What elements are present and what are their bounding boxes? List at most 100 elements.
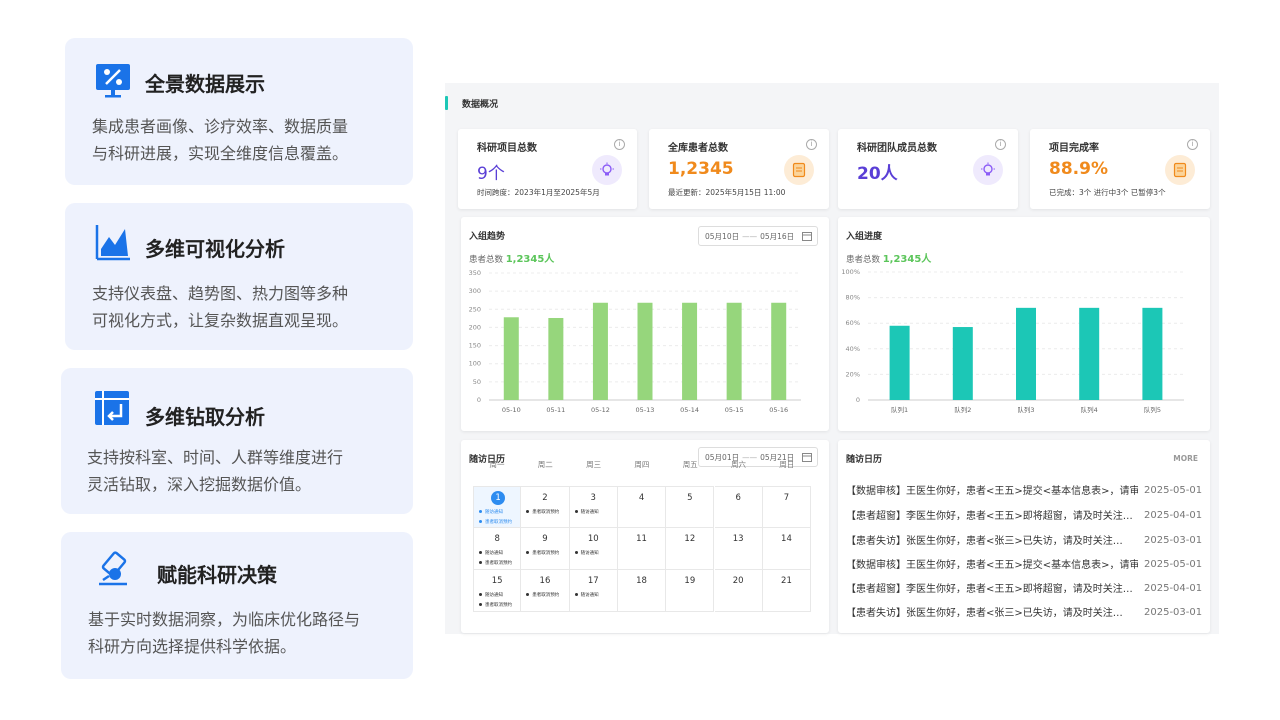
feature-desc-line: 支持仪表盘、趋势图、热力图等多种 (92, 284, 349, 303)
info-icon[interactable]: i (614, 139, 625, 150)
calendar-day-cell[interactable]: 11 (617, 528, 667, 570)
weekday-header: 周二 (537, 460, 553, 469)
calendar-day-cell[interactable]: 3 随访通知 (569, 486, 618, 528)
calendar-day-number: 11 (636, 534, 647, 544)
kpi-value: 9个 (477, 164, 505, 184)
kpi-card-patients[interactable]: 全库患者总数 1,2345 最近更新：2025年5月15日 11:00 i (649, 129, 829, 209)
calendar-day-cell[interactable]: 13 (714, 528, 763, 570)
calendar-day-cell[interactable]: 21 (762, 570, 812, 612)
calendar-day-cell[interactable]: 15 随访通知 患者取消预约 (473, 570, 522, 612)
calendar-day-cell[interactable]: 6 (714, 486, 763, 528)
drill-down-icon (94, 390, 130, 431)
calendar-day-number: 7 (783, 493, 790, 503)
calendar-event[interactable]: 患者取消预约 (526, 592, 559, 598)
calendar-day-cell[interactable]: 20 (714, 570, 763, 612)
calendar-day-cell[interactable]: 18 (617, 570, 667, 612)
notice-panel: 随访日历 MORE 【数据审核】王医生你好，患者<王五>提交<基本信息表>，请审… (838, 440, 1210, 633)
calendar-day-cell[interactable]: 9 患者取消预约 (521, 528, 570, 570)
y-tick-label: 40% (846, 345, 860, 353)
notice-item[interactable]: 【患者超窗】李医生你好，患者<王五>即将超窗，请及时关注… (846, 580, 1138, 595)
calendar-event[interactable]: 患者取消预约 (526, 509, 559, 515)
bar[interactable] (771, 302, 787, 400)
x-tick-label: 队列1 (891, 405, 908, 414)
calendar-event[interactable]: 随访通知 (575, 592, 599, 598)
info-icon[interactable]: i (995, 139, 1006, 150)
kpi-card-completion[interactable]: 项目完成率 88.9% 已完成：3个 进行中3个 已暂停3个 i (1030, 129, 1210, 209)
bar[interactable] (503, 317, 519, 400)
feature-desc-line: 支持按科室、时间、人群等维度进行 (87, 448, 344, 467)
calendar-day-cell[interactable]: 4 (617, 486, 667, 528)
notice-item[interactable]: 【患者失访】张医生你好，患者<张三>已失访，请及时关注… (846, 604, 1138, 619)
notice-item[interactable]: 【数据审核】王医生你好，患者<王五>提交<基本信息表>，请审… (846, 556, 1138, 571)
calendar-event[interactable]: 随访通知 (479, 592, 503, 598)
calendar-day-number: 18 (636, 576, 647, 586)
calendar-day-cell[interactable]: 14 (762, 528, 812, 570)
bar[interactable] (637, 302, 653, 400)
kpi-card-team[interactable]: 科研团队成员总数 20人 i (838, 129, 1018, 209)
kpi-value: 1,2345 (668, 159, 734, 179)
calendar-event[interactable]: 随访通知 (575, 550, 599, 556)
calendar-event[interactable]: 患者取消预约 (526, 550, 559, 556)
calendar-day-cell[interactable]: 8 随访通知 患者取消预约 (473, 528, 522, 570)
calendar-event[interactable]: 随访通知 (479, 550, 503, 556)
feature-title: 全景数据展示 (145, 72, 265, 96)
trend-panel: 入组趋势 患者总数 1,2345人 05月10日 —— 05月16日 0 50 10… (461, 217, 829, 431)
area-chart-icon (95, 223, 131, 266)
x-tick-label: 05-13 (636, 406, 655, 414)
calendar-day-cell[interactable]: 10 随访通知 (569, 528, 618, 570)
calendar-day-cell[interactable]: 5 (666, 486, 715, 528)
calendar-day-cell[interactable]: 19 (666, 570, 715, 612)
bar[interactable] (1016, 307, 1036, 400)
calendar-day-number: 12 (684, 534, 696, 544)
y-tick-label: 60% (846, 319, 860, 327)
weekday-header: 周五 (682, 460, 698, 469)
feature-title: 多维可视化分析 (145, 237, 285, 261)
calendar-day-number: 3 (590, 493, 596, 503)
bar[interactable] (1079, 307, 1100, 400)
calendar-day-cell[interactable]: 17 随访通知 (569, 570, 618, 612)
notice-item[interactable]: 【患者超窗】李医生你好，患者<王五>即将超窗，请及时关注… (846, 507, 1138, 522)
bar[interactable] (889, 325, 910, 400)
feature-card-drilldown: 多维钻取分析 支持按科室、时间、人群等维度进行 灵活钻取，深入挖掘数据价值。 (61, 368, 413, 514)
kpi-card-projects[interactable]: 科研项目总数 9个 时间跨度：2023年1月至2025年5月 i (458, 129, 637, 209)
calendar-day-cell[interactable]: 7 (762, 486, 812, 528)
y-tick-label: 100 (469, 360, 481, 368)
info-icon[interactable]: i (1187, 139, 1198, 150)
more-link[interactable]: MORE (1173, 454, 1198, 463)
calendar-event[interactable]: 患者取消预约 (479, 602, 512, 608)
calendar-day-cell[interactable]: 16 患者取消预约 (521, 570, 570, 612)
bar[interactable] (1142, 307, 1163, 400)
calendar-day-cell[interactable]: 1 随访通知 患者取消预约 (473, 486, 522, 528)
bar[interactable] (548, 317, 564, 400)
bar[interactable] (952, 327, 973, 400)
feature-card-visualization: 多维可视化分析 支持仪表盘、趋势图、热力图等多种 可视化方式，让复杂数据直观呈现… (65, 203, 413, 350)
y-tick-label: 50 (473, 378, 481, 386)
kpi-label: 科研项目总数 (477, 143, 537, 154)
notice-item[interactable]: 【数据审核】王医生你好，患者<王五>提交<基本信息表>，请审… (846, 482, 1138, 497)
calendar-day-number: 21 (781, 576, 792, 586)
y-tick-label: 250 (469, 305, 481, 313)
progress-panel: 入组进度 患者总数 1,2345人 0 20% 40% 60% 80% 100% 队列1 队列… (838, 217, 1210, 431)
notice-item[interactable]: 【患者失访】张医生你好，患者<张三>已失访，请及时关注… (846, 532, 1138, 547)
calendar-event[interactable]: 随访通知 (575, 509, 599, 515)
bar[interactable] (592, 302, 608, 400)
bar[interactable] (682, 302, 698, 400)
y-tick-label: 200 (469, 323, 481, 331)
x-tick-label: 队列2 (954, 405, 971, 414)
y-tick-label: 80% (846, 294, 860, 302)
calendar-event[interactable]: 随访通知 (479, 509, 503, 515)
calendar-day-cell[interactable]: 12 (666, 528, 715, 570)
calendar-day-number: 20 (732, 576, 744, 586)
x-tick-label: 队列3 (1017, 405, 1034, 414)
notice-date: 2025-03-01 (1144, 607, 1203, 618)
calendar-day-cell[interactable]: 2 患者取消预约 (521, 486, 570, 528)
calendar-event[interactable]: 患者取消预约 (479, 560, 512, 566)
feature-desc-line: 科研方向选择提供科学依据。 (88, 637, 297, 656)
notice-date: 2025-04-01 (1144, 510, 1203, 521)
x-tick-label: 05-12 (591, 406, 610, 414)
calendar-event[interactable]: 患者取消预约 (479, 519, 512, 525)
bar[interactable] (726, 302, 742, 400)
info-icon[interactable]: i (806, 139, 817, 150)
title-accent-bar (445, 96, 448, 110)
x-tick-label: 05-10 (502, 406, 521, 414)
